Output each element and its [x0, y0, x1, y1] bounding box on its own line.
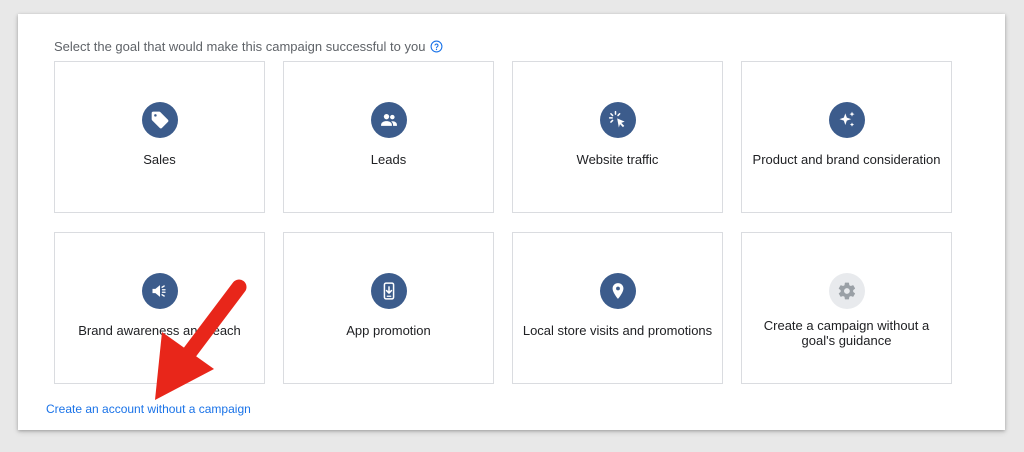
goal-card-label: Brand awareness and reach [78, 323, 241, 338]
goal-heading-text: Select the goal that would make this cam… [54, 39, 426, 54]
cursor-click-icon [599, 102, 636, 138]
goal-card-label: App promotion [346, 323, 431, 338]
megaphone-icon [141, 273, 178, 309]
location-pin-icon [599, 273, 636, 309]
sparkle-icon [828, 102, 865, 138]
goal-card-label: Leads [370, 152, 407, 167]
tag-icon [141, 102, 178, 138]
goal-card-app-promotion[interactable]: App promotion [283, 232, 494, 384]
goal-card-leads[interactable]: Leads [283, 61, 494, 213]
people-icon [370, 102, 407, 138]
goal-card-label: Sales [143, 152, 176, 167]
campaign-goal-panel: Select the goal that would make this cam… [18, 14, 1005, 430]
help-circle-icon[interactable] [430, 40, 443, 53]
goal-card-product-brand-consideration[interactable]: Product and brand consideration [741, 61, 952, 213]
goal-heading: Select the goal that would make this cam… [54, 39, 443, 54]
gear-icon [828, 273, 865, 309]
goal-card-brand-awareness-reach[interactable]: Brand awareness and reach [54, 232, 265, 384]
goal-card-label: Product and brand consideration [752, 152, 941, 167]
goal-card-no-goal-guidance[interactable]: Create a campaign without a goal's guida… [741, 232, 952, 384]
goal-card-website-traffic[interactable]: Website traffic [512, 61, 723, 213]
goal-card-label: Website traffic [576, 152, 659, 167]
create-account-without-campaign-link[interactable]: Create an account without a campaign [46, 402, 251, 416]
goal-card-label: Create a campaign without a goal's guida… [763, 318, 930, 348]
phone-download-icon [370, 273, 407, 309]
goal-card-label: Local store visits and promotions [522, 323, 713, 338]
goal-card-sales[interactable]: Sales [54, 61, 265, 213]
goal-card-local-store-visits[interactable]: Local store visits and promotions [512, 232, 723, 384]
